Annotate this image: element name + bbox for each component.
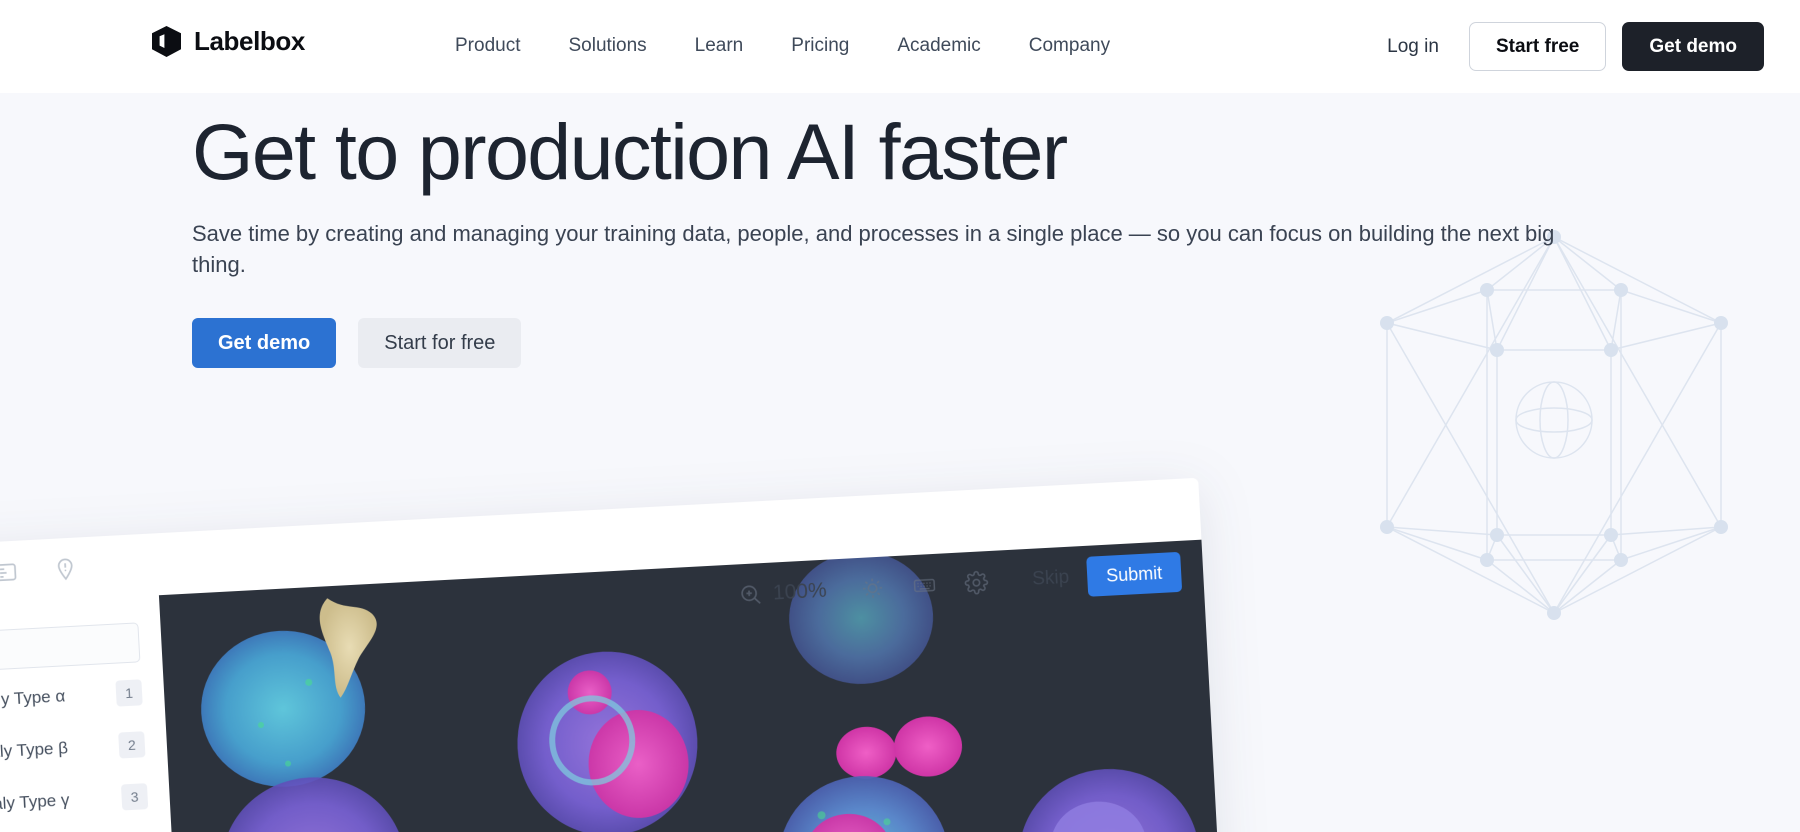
product-screenshot: Search Cell Anomaly Type α 1 Cell Anomal… xyxy=(0,477,1224,832)
page-title: Get to production AI faster xyxy=(192,107,1068,196)
nav-item-company[interactable]: Company xyxy=(1029,30,1110,62)
brand-name: Labelbox xyxy=(194,26,305,56)
label-sidebar: Search Cell Anomaly Type α 1 Cell Anomal… xyxy=(0,595,181,832)
site-header: Labelbox Product Solutions Learn Pricing… xyxy=(0,0,1800,93)
hero-section: Get to production AI faster Save time by… xyxy=(0,93,1800,832)
nav-item-learn[interactable]: Learn xyxy=(695,30,744,62)
zoom-level: 100% xyxy=(772,578,828,605)
toolbar-divider xyxy=(1009,565,1012,596)
hero-start-for-free-button[interactable]: Start for free xyxy=(358,317,522,368)
label-hotkey: 1 xyxy=(115,679,143,707)
label-name: Cell Anomaly Type β xyxy=(0,738,69,765)
zoom-control[interactable]: 100% xyxy=(738,579,827,608)
start-free-button[interactable]: Start free xyxy=(1468,22,1607,71)
hero-content: Get to production AI faster Save time by… xyxy=(192,107,1612,368)
hero-cta-group: Get demo Start for free xyxy=(192,317,1612,368)
skip-button[interactable]: Skip xyxy=(1032,567,1070,591)
brightness-icon[interactable] xyxy=(860,576,885,601)
header-actions: Log in Start free Get demo xyxy=(1373,22,1764,71)
nav-item-solutions[interactable]: Solutions xyxy=(568,30,646,62)
hero-get-demo-button[interactable]: Get demo xyxy=(192,317,337,368)
label-name: Cell Anomaly Type α xyxy=(0,686,66,713)
search-input[interactable]: Search xyxy=(0,622,141,675)
submit-button[interactable]: Submit xyxy=(1086,551,1183,597)
label-hotkey: 3 xyxy=(120,783,149,811)
topbar-icon-group xyxy=(0,555,79,589)
primary-nav: Product Solutions Learn Pricing Academic… xyxy=(455,30,1110,62)
brand-logo[interactable]: Labelbox xyxy=(152,26,305,57)
hero-subtitle: Save time by creating and managing your … xyxy=(192,221,1555,278)
cube-logo-icon xyxy=(152,26,181,57)
zoom-in-icon[interactable] xyxy=(738,582,763,607)
keyboard-icon[interactable] xyxy=(912,573,937,598)
panel-icon[interactable] xyxy=(0,559,19,586)
editor-tool-group xyxy=(860,570,989,601)
login-link[interactable]: Log in xyxy=(1373,24,1453,70)
gear-icon[interactable] xyxy=(964,570,989,595)
nav-item-academic[interactable]: Academic xyxy=(897,30,980,62)
label-hotkey: 2 xyxy=(118,731,146,759)
list-item[interactable]: Cell Anomaly Type γ 3 xyxy=(0,774,149,830)
page-root: Labelbox Product Solutions Learn Pricing… xyxy=(0,0,1800,832)
nav-item-product[interactable]: Product xyxy=(455,30,520,62)
list-item[interactable]: Cell Anomaly Type α 1 xyxy=(0,670,143,726)
label-name: Cell Anomaly Type γ xyxy=(0,790,70,817)
list-item[interactable]: Cell Anomaly Type β 2 xyxy=(0,722,146,778)
pin-alert-icon[interactable] xyxy=(52,555,79,582)
nav-item-pricing[interactable]: Pricing xyxy=(791,30,849,62)
get-demo-button[interactable]: Get demo xyxy=(1622,22,1764,71)
